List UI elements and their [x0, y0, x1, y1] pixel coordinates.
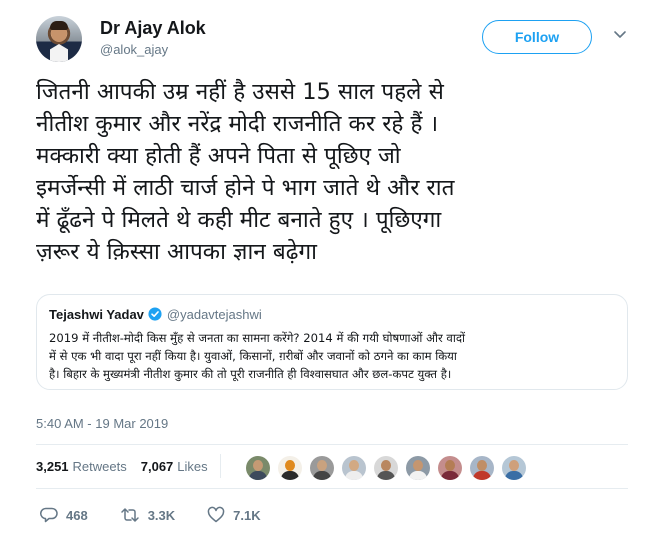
- quoted-author-handle[interactable]: @yadavtejashwi: [167, 307, 262, 322]
- author-handle[interactable]: @alok_ajay: [100, 42, 168, 57]
- retweet-icon: [120, 508, 139, 522]
- like-button[interactable]: 7.1K: [207, 506, 261, 524]
- liker-avatar[interactable]: [470, 456, 494, 480]
- retweet-button[interactable]: 3.3K: [120, 506, 175, 524]
- like-count: 7.1K: [233, 507, 261, 523]
- retweet-count: 3.3K: [147, 507, 176, 523]
- heart-icon: [207, 506, 225, 523]
- tweet-actions: 468 3.3K 7.1K: [40, 506, 293, 524]
- liker-avatar[interactable]: [310, 456, 334, 480]
- quoted-tweet-header: Tejashwi Yadav @yadavtejashwi: [49, 305, 615, 323]
- reply-icon: [40, 507, 58, 523]
- tweet-header: Dr Ajay Alok @alok_ajay Follow: [36, 12, 636, 68]
- liker-avatar[interactable]: [278, 456, 302, 480]
- likes-count[interactable]: 7,067: [141, 459, 174, 474]
- liker-avatar[interactable]: [342, 456, 366, 480]
- liker-avatar[interactable]: [502, 456, 526, 480]
- quoted-tweet[interactable]: Tejashwi Yadav @yadavtejashwi 2019 में न…: [36, 294, 628, 390]
- author-name[interactable]: Dr Ajay Alok: [100, 18, 206, 39]
- retweets-label[interactable]: Retweets: [73, 459, 127, 474]
- reply-count: 468: [66, 507, 88, 523]
- liker-avatar[interactable]: [406, 456, 430, 480]
- follow-button[interactable]: Follow: [482, 20, 592, 54]
- tweet-timestamp[interactable]: 5:40 AM - 19 Mar 2019: [36, 416, 168, 431]
- chevron-down-icon[interactable]: [612, 26, 628, 42]
- author-avatar[interactable]: [36, 16, 82, 62]
- quoted-tweet-text: 2019 में नीतीश-मोदी किस मुँह से जनता का …: [49, 331, 465, 381]
- liker-avatar[interactable]: [246, 456, 270, 480]
- liker-avatars: [246, 456, 534, 480]
- liker-avatar[interactable]: [438, 456, 462, 480]
- reply-button[interactable]: 468: [40, 506, 88, 524]
- divider: [36, 488, 628, 489]
- quoted-author-name[interactable]: Tejashwi Yadav: [49, 307, 144, 322]
- tweet-text: जितनी आपकी उम्र नहीं है उससे 15 साल पहले…: [36, 79, 455, 265]
- liker-avatar[interactable]: [374, 456, 398, 480]
- verified-badge-icon: [148, 307, 162, 321]
- likes-label[interactable]: Likes: [177, 459, 207, 474]
- retweets-count[interactable]: 3,251: [36, 459, 69, 474]
- divider: [36, 444, 628, 445]
- engagement-stats: 3,251 Retweets 7,067 Likes: [36, 452, 221, 480]
- stats-separator: [219, 454, 221, 478]
